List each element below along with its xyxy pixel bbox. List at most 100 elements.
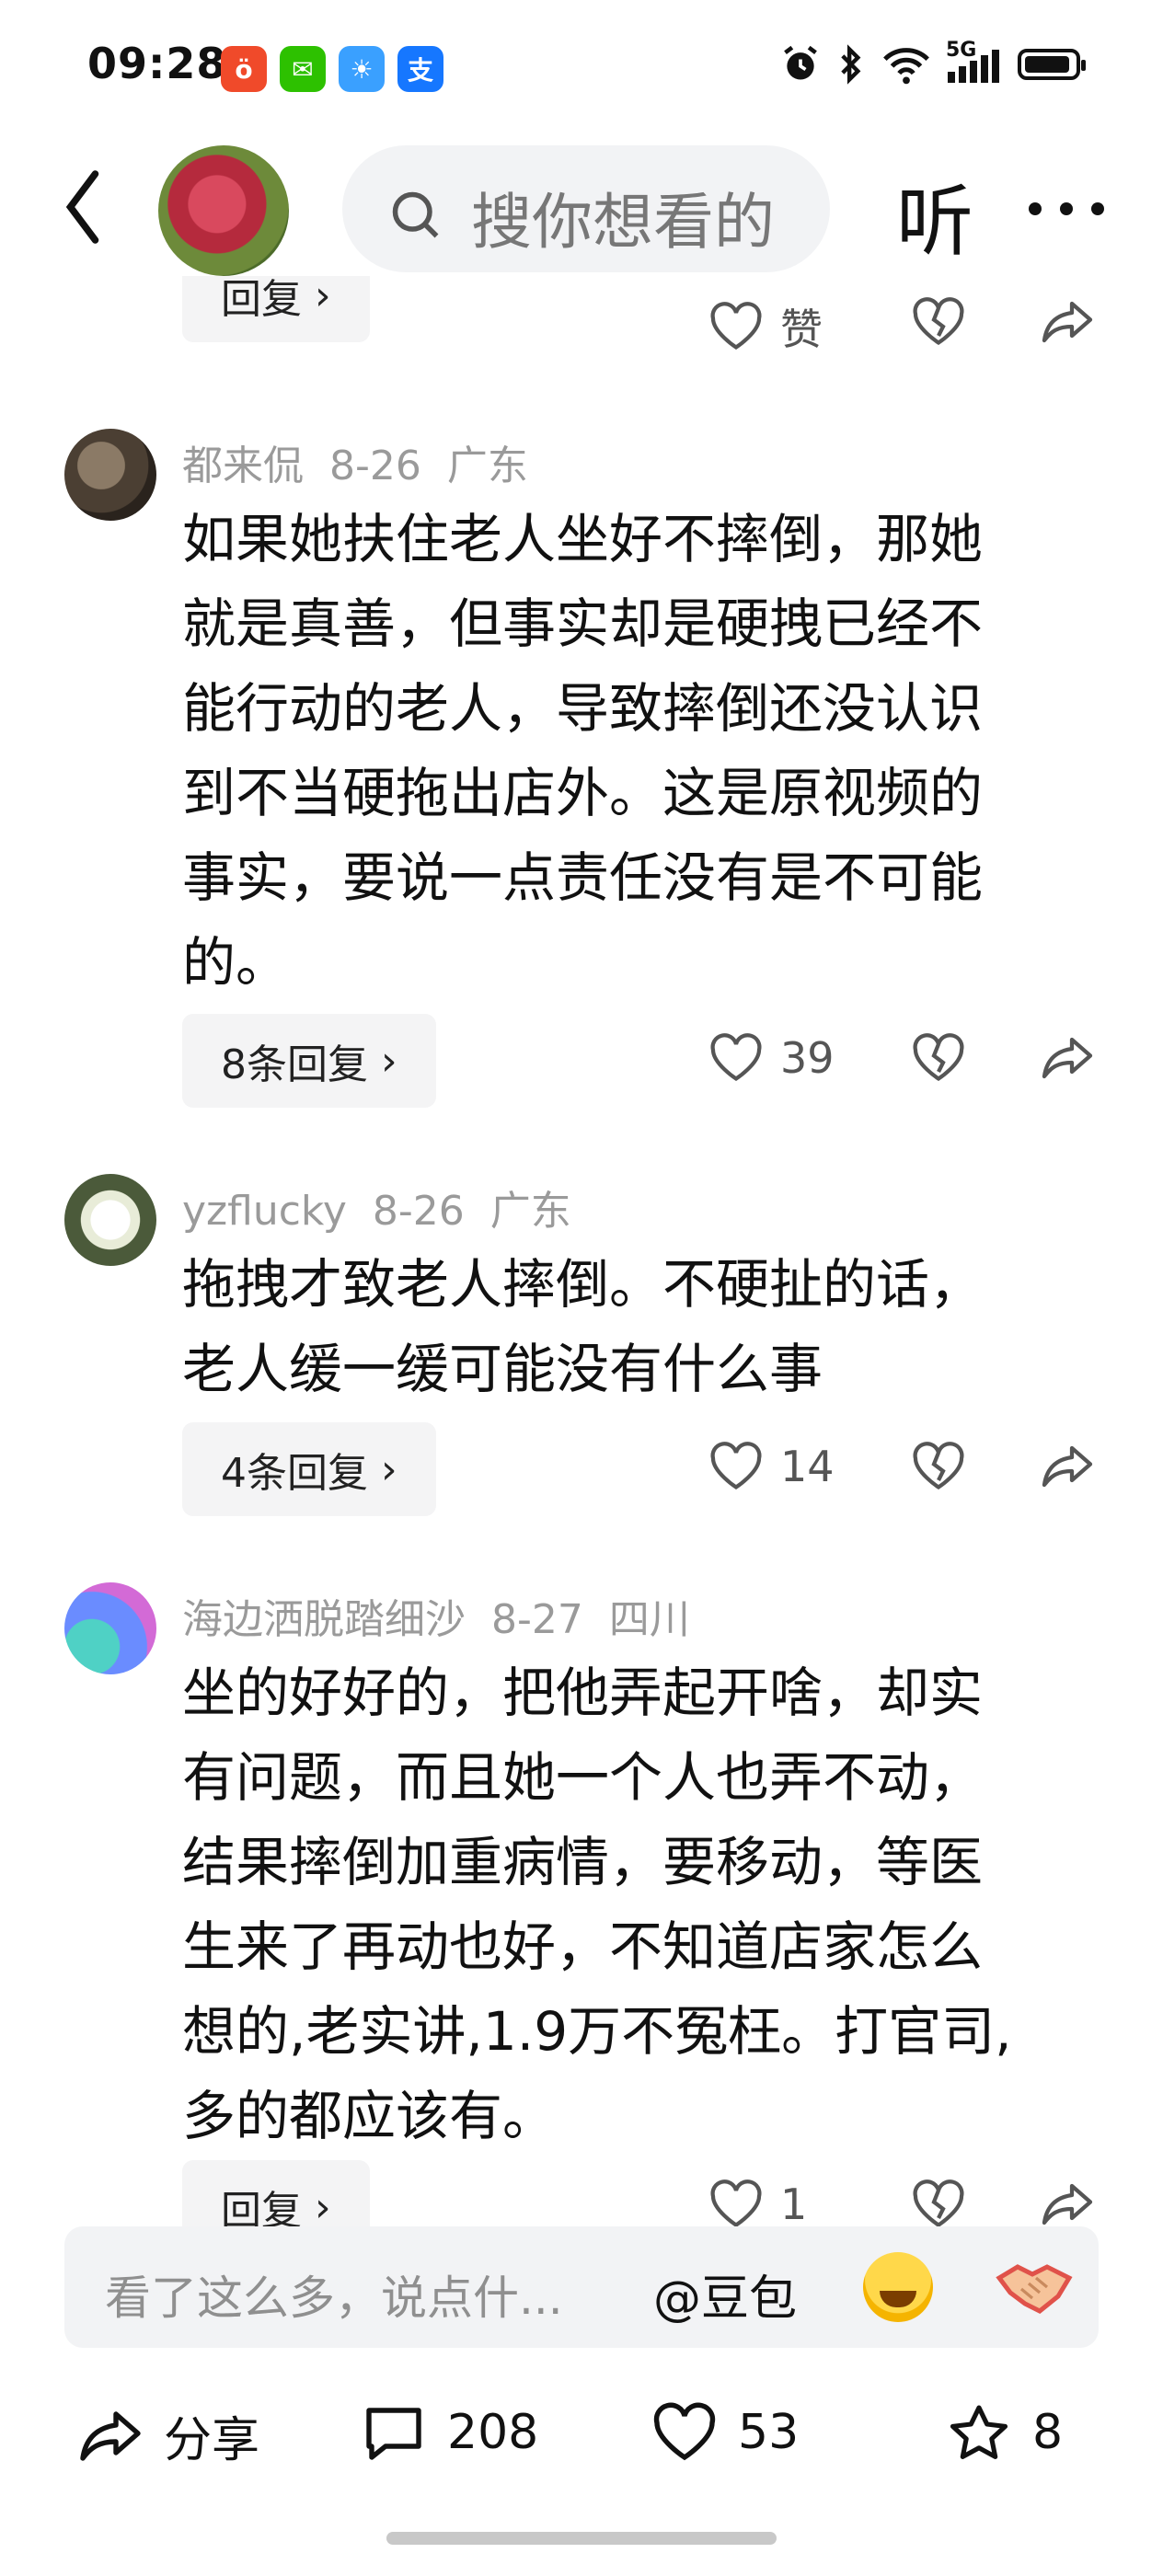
share-icon[interactable] <box>1040 2179 1095 2226</box>
battery-icon <box>1018 49 1086 80</box>
alarm-icon <box>784 45 817 80</box>
share-icon[interactable] <box>1040 1441 1095 1492</box>
like-count: 1 <box>780 2179 808 2226</box>
comment-author[interactable]: 都来侃 <box>182 443 304 489</box>
more-options-icon[interactable] <box>1029 202 1104 215</box>
comment-meta: 都来侃 8-26 广东 <box>182 432 554 491</box>
app-notification-icon: ö <box>221 46 267 92</box>
signal-5g-icon: 5G <box>946 39 1003 85</box>
like-button[interactable]: 赞 <box>708 296 823 357</box>
comment-location: 广东 <box>489 1188 571 1235</box>
share-label: 分享 <box>164 2413 260 2468</box>
reply-button[interactable]: 回复 › <box>182 2160 370 2226</box>
listen-button[interactable]: 听 <box>896 160 973 271</box>
notification-icons: ö ✉ ☀ 支 <box>221 46 443 92</box>
share-icon[interactable] <box>1040 296 1095 348</box>
weather-icon: ☀ <box>339 46 385 92</box>
chevron-right-icon: › <box>381 1037 397 1085</box>
favorites-count: 8 <box>1032 2405 1064 2460</box>
view-replies-button[interactable]: 4条回复 › <box>182 1422 436 1516</box>
status-bar: 09:28 ö ✉ ☀ 支 5G <box>0 0 1163 138</box>
comment-line: 想的,老实讲,1.9万不冤枉。打官司, <box>182 2000 1012 2063</box>
comments-count: 208 <box>447 2405 539 2460</box>
likes-count: 53 <box>738 2405 800 2460</box>
broken-heart-icon[interactable] <box>911 296 966 348</box>
wifi-icon <box>883 48 929 85</box>
home-indicator[interactable] <box>386 2532 777 2545</box>
comment-date: 8-27 <box>491 1596 583 1643</box>
comment-text: 如果她扶住老人坐好不摔倒，那她 就是真善，但事实却是硬拽已经不 能行动的老人，导… <box>182 497 1111 1005</box>
comment-actions: 14 <box>708 1441 1113 1514</box>
search-placeholder: 搜你想看的 <box>471 187 775 258</box>
chevron-right-icon: › <box>381 1445 397 1493</box>
view-replies-button[interactable]: 8条回复 › <box>182 1014 436 1108</box>
reply-label: 回复 <box>221 276 302 323</box>
handshake-icon[interactable] <box>996 2252 1073 2322</box>
commenter-avatar[interactable] <box>64 429 156 521</box>
like-post-button[interactable]: 53 <box>651 2401 799 2464</box>
like-button[interactable]: 39 <box>708 1032 835 1084</box>
comment-input[interactable]: 看了这么多，说点什... @豆包 <box>64 2226 1099 2348</box>
comment-location: 四川 <box>608 1596 690 1643</box>
comment-date: 8-26 <box>329 443 421 489</box>
comment-line: 结果摔倒加重病情，要移动，等医 <box>182 1831 984 1893</box>
favorite-button[interactable]: 8 <box>946 2401 1063 2464</box>
emoji-icon[interactable] <box>863 2252 933 2322</box>
comment-input-placeholder: 看了这么多，说点什... <box>105 2271 563 2325</box>
comment-line: 就是真善，但事实却是硬拽已经不 <box>182 592 984 655</box>
comment-line: 能行动的老人，导致摔倒还没认识 <box>182 677 984 740</box>
comment-actions: 赞 <box>708 296 1113 370</box>
alipay-icon: 支 <box>397 46 443 92</box>
mention-doubao-button[interactable]: @豆包 <box>653 2260 797 2329</box>
comment-text: 拖拽才致老人摔倒。不硬扯的话， 老人缓一缓可能没有什么事 <box>182 1242 1111 1411</box>
comment-location: 广东 <box>446 443 528 489</box>
share-icon <box>80 2410 141 2461</box>
reply-button[interactable]: 回复 › <box>182 276 370 342</box>
comment-date: 8-26 <box>372 1188 465 1235</box>
status-time: 09:28 <box>87 39 227 88</box>
comment-line: 如果她扶住老人坐好不摔倒，那她 <box>182 508 984 570</box>
comment-line: 拖拽才致老人摔倒。不硬扯的话， <box>182 1253 984 1316</box>
comment-list[interactable]: 回复 › 赞 都来侃 8-26 广东 如果她扶住老人坐好不摔倒，那她 就是真善，但事实… <box>0 276 1163 2226</box>
reply-label: 4条回复 <box>221 1450 368 1497</box>
search-bar[interactable]: 搜你想看的 <box>342 145 830 272</box>
comment-line: 的。 <box>182 931 290 994</box>
comment-line: 坐的好好的，把他弄起开啥，却实 <box>182 1662 984 1724</box>
back-arrow-icon[interactable] <box>55 166 110 248</box>
system-icons: 5G <box>780 39 1086 85</box>
reply-label: 回复 <box>221 2188 302 2226</box>
like-button[interactable]: 1 <box>708 2179 807 2226</box>
comment-line: 老人缓一缓可能没有什么事 <box>182 1338 823 1400</box>
comment-author[interactable]: yzflucky <box>182 1188 347 1235</box>
comment-actions: 1 <box>708 2179 1113 2226</box>
comment-line: 事实，要说一点责任没有是不可能 <box>182 846 984 909</box>
like-button[interactable]: 14 <box>708 1441 835 1492</box>
comment-text: 坐的好好的，把他弄起开啥，却实 有问题，而且她一个人也弄不动， 结果摔倒加重病情… <box>182 1650 1111 2158</box>
comment-meta: yzflucky 8-26 广东 <box>182 1178 597 1236</box>
comments-button[interactable]: 208 <box>361 2401 538 2464</box>
chevron-right-icon: › <box>315 2183 331 2227</box>
commenter-avatar[interactable] <box>64 1174 156 1266</box>
reply-label: 8条回复 <box>221 1041 368 1088</box>
comment-author[interactable]: 海边洒脱踏细沙 <box>182 1596 466 1643</box>
chevron-right-icon: › <box>315 276 331 319</box>
heart-icon <box>710 2179 762 2226</box>
comment-line: 有问题，而且她一个人也弄不动， <box>182 1746 984 1809</box>
commenter-avatar[interactable] <box>64 1582 156 1674</box>
comment-line: 到不当硬拖出店外。这是原视频的 <box>182 762 984 824</box>
comment-line: 多的都应该有。 <box>182 2085 557 2147</box>
broken-heart-icon[interactable] <box>911 1032 966 1084</box>
network-type: 5G <box>946 39 977 62</box>
share-icon[interactable] <box>1040 1032 1095 1084</box>
star-icon <box>950 2405 1008 2459</box>
broken-heart-icon[interactable] <box>911 2179 966 2226</box>
comment-meta: 海边洒脱踏细沙 8-27 四川 <box>182 1586 716 1645</box>
share-button[interactable]: 分享 <box>77 2401 259 2470</box>
top-nav: 搜你想看的 听 <box>0 138 1163 276</box>
heart-icon <box>710 302 762 351</box>
broken-heart-icon[interactable] <box>911 1441 966 1492</box>
wechat-icon: ✉ <box>280 46 326 92</box>
author-avatar[interactable] <box>158 145 289 276</box>
heart-icon <box>653 2402 716 2461</box>
bluetooth-icon <box>841 44 861 85</box>
